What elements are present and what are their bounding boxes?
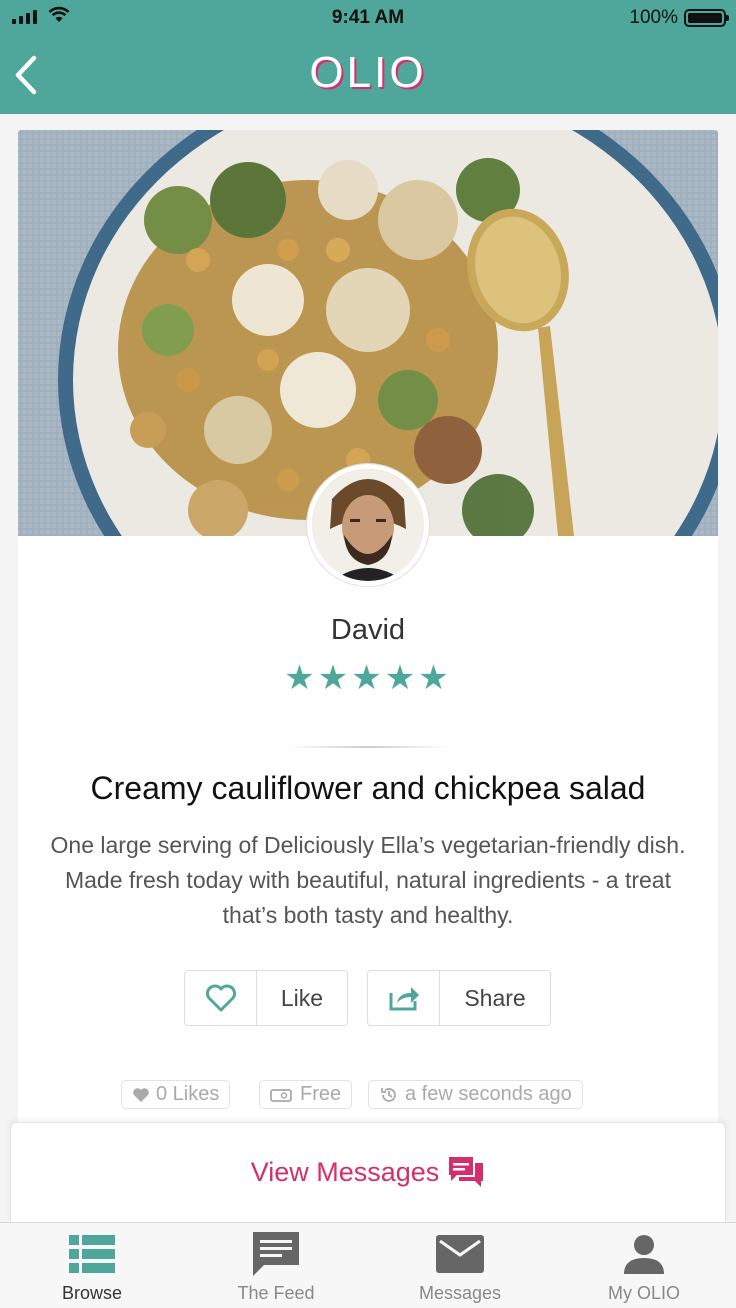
history-icon [381,1087,396,1102]
tab-label: The Feed [237,1283,315,1303]
rating-stars: ★★★★★ [284,659,452,697]
heart-icon [185,971,257,1025]
tab-browse[interactable]: Browse [0,1223,184,1308]
divider [286,746,450,748]
person-icon [624,1235,664,1274]
tab-the-feed[interactable]: The Feed [184,1223,368,1308]
likes-count-badge: 0 Likes [121,1080,231,1109]
share-label: Share [464,984,526,1011]
likes-count: 0 Likes [156,1083,220,1105]
battery-percent: 100% [629,7,678,28]
chat-bubbles-icon [449,1156,484,1187]
app-header: 9:41 AM 100% OLIO [0,0,736,114]
user-name: David [330,614,406,646]
tab-label: Browse [61,1283,123,1303]
listing-description: One large serving of Deliciously Ella’s … [50,832,686,928]
battery-icon [684,9,729,27]
chat-bubble-icon [253,1232,299,1276]
avatar[interactable] [307,464,429,586]
user-photo [312,469,424,581]
price-label: Free [300,1083,342,1105]
tab-label: Messages [418,1283,502,1303]
like-label: Like [280,984,324,1011]
tab-bar: Browse The Feed Messages My OLIO [0,1222,736,1308]
app-logo: OLIO [309,48,427,97]
listing-title: Creamy cauliflower and chickpea salad [90,770,646,806]
tab-label: My OLIO [607,1283,680,1303]
posted-time-badge: a few seconds ago [368,1080,583,1109]
like-button[interactable]: Like [184,970,348,1026]
heart-icon [133,1087,149,1102]
envelope-icon [436,1235,484,1273]
share-icon [368,971,440,1025]
view-messages-button[interactable]: View Messages [10,1122,726,1222]
tag-icon [270,1088,292,1102]
listing-card: David ★★★★★ Creamy cauliflower and chick… [18,130,718,1140]
tab-my-olio[interactable]: My OLIO [552,1223,736,1308]
price-badge: Free [259,1080,353,1109]
status-time: 9:41 AM [331,7,405,28]
view-messages-label: View Messages [250,1157,440,1187]
share-button[interactable]: Share [367,970,551,1026]
posted-time: a few seconds ago [405,1083,572,1105]
list-icon [69,1235,115,1273]
status-bar: 9:41 AM 100% [0,0,736,36]
tab-messages[interactable]: Messages [368,1223,552,1308]
